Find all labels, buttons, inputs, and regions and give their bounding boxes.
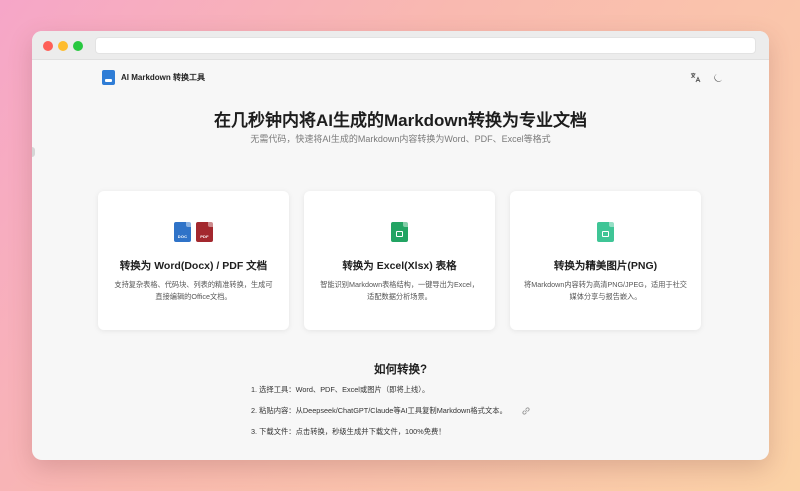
card-description: 将Markdown内容转为高清PNG/JPEG，适用于社交媒体分享与报告嵌入。 xyxy=(524,280,687,301)
step-item: 2. 粘贴内容：从Deepseek/ChatGPT/Claude等AI工具复制M… xyxy=(251,405,531,426)
page-subtitle: 无需代码，快速将AI生成的Markdown内容转换为Word、PDF、Excel… xyxy=(250,134,551,144)
logo-icon xyxy=(102,70,115,85)
browser-window: AI Markdown 转换工具 在几秒钟内将AI生成的Markdown转换为专… xyxy=(32,31,769,460)
maximize-window-button[interactable] xyxy=(73,41,83,51)
address-bar[interactable] xyxy=(95,37,756,54)
top-navbar: AI Markdown 转换工具 xyxy=(32,60,769,96)
brand-name: AI Markdown 转换工具 xyxy=(121,73,206,82)
step-item: 3. 下载文件：点击转换，秒级生成并下载文件，100%免费！ xyxy=(251,427,446,436)
card-description: 支持复杂表格、代码块、列表的精准转换，生成可直接编辑的Office文档。 xyxy=(114,280,273,301)
card-title: 转换为精美图片(PNG) xyxy=(553,260,658,272)
excel-tool-card[interactable]: 转换为 Excel(Xlsx) 表格 智能识别Markdown表格结构，一键导出… xyxy=(304,191,495,330)
word-pdf-tool-card[interactable]: DOC PDF 转换为 Word(Docx) / PDF 文档 支持复杂表格、代… xyxy=(98,191,289,330)
how-to-title: 如何转换? xyxy=(373,364,428,376)
card-description: 智能识别Markdown表格结构，一键导出为Excel，适配数据分析场景。 xyxy=(320,280,479,301)
card-title: 转换为 Excel(Xlsx) 表格 xyxy=(342,260,457,272)
pdf-file-icon: PDF xyxy=(196,222,213,242)
image-file-icon xyxy=(597,222,614,242)
translate-icon[interactable] xyxy=(690,70,701,88)
card-title: 转换为 Word(Docx) / PDF 文档 xyxy=(119,260,268,272)
how-to-steps: 1. 选择工具：Word、PDF、Excel或图片（即将上线）。 2. 粘贴内容… xyxy=(251,384,531,447)
close-window-button[interactable] xyxy=(43,41,53,51)
brand-logo[interactable]: AI Markdown 转换工具 xyxy=(102,70,205,85)
link-icon[interactable] xyxy=(521,406,531,420)
minimize-window-button[interactable] xyxy=(58,41,68,51)
image-tool-card[interactable]: 转换为精美图片(PNG) 将Markdown内容转为高清PNG/JPEG，适用于… xyxy=(510,191,701,330)
step-item: 1. 选择工具：Word、PDF、Excel或图片（即将上线）。 xyxy=(251,385,430,394)
docx-file-icon: DOC xyxy=(174,222,191,242)
moon-icon[interactable] xyxy=(713,70,724,88)
excel-file-icon xyxy=(391,222,408,242)
window-chrome xyxy=(32,31,769,60)
page-title: 在几秒钟内将AI生成的Markdown转换为专业文档 xyxy=(213,111,588,130)
side-drawer-handle[interactable] xyxy=(32,147,35,157)
